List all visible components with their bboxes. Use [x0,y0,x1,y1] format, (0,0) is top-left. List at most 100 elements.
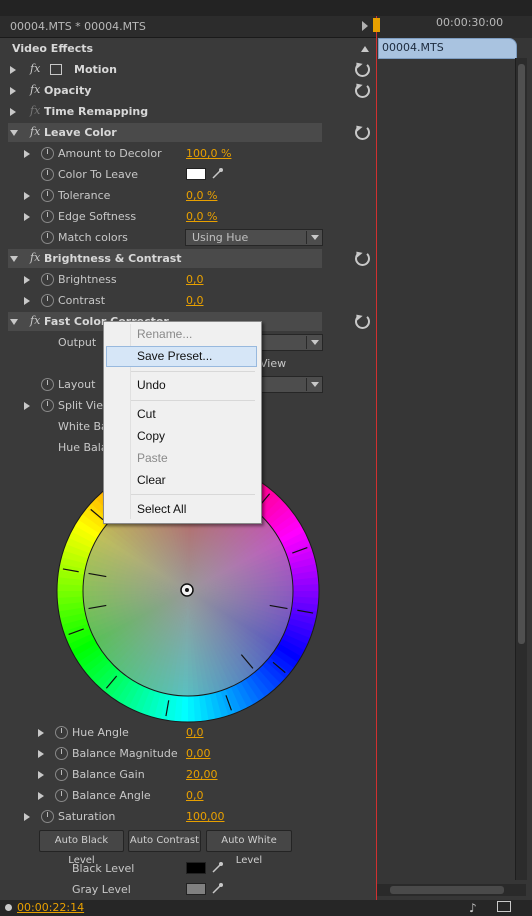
balance-gain-value[interactable]: 20,00 [186,768,218,781]
stopwatch-icon[interactable] [41,147,54,160]
stopwatch-icon[interactable] [41,273,54,286]
play-arrow-icon[interactable] [362,21,368,31]
expand-icon[interactable] [38,792,44,800]
saturation-row: Saturation 100,00 [0,806,376,827]
hue-angle-value[interactable]: 0,0 [186,726,204,739]
expand-icon[interactable] [24,297,30,305]
stopwatch-icon[interactable] [55,768,68,781]
fx-icon[interactable]: fx [30,83,40,96]
fx-icon[interactable]: fx [30,251,40,264]
expand-icon[interactable] [38,729,44,737]
fx-icon[interactable]: fx [30,314,40,327]
collapse-icon[interactable] [10,319,18,325]
expand-icon[interactable] [24,192,30,200]
output-label: Output [58,336,97,349]
black-level-swatch[interactable] [186,862,206,874]
stopwatch-icon[interactable] [41,810,54,823]
gray-level-row: Gray Level [0,879,376,900]
eyedropper-icon[interactable] [211,882,224,895]
effect-motion[interactable]: fx Motion [0,59,376,80]
expand-icon[interactable] [24,402,30,410]
stopwatch-icon[interactable] [55,726,68,739]
contrast-value[interactable]: 0,0 [186,294,204,307]
timeline-area[interactable] [376,38,532,900]
menu-item-undo[interactable]: Undo [106,375,257,396]
dropdown-arrow-icon [311,340,319,345]
balance-gain-row: Balance Gain 20,00 [0,764,376,785]
expand-icon[interactable] [38,750,44,758]
menu-item-cut[interactable]: Cut [106,404,257,425]
amount-to-decolor-value[interactable]: 100,0 % [186,147,231,160]
expand-icon[interactable] [10,87,16,95]
effect-opacity[interactable]: fx Opacity [0,80,376,101]
effect-brightness-contrast[interactable]: fx Brightness & Contrast [0,248,376,269]
stopwatch-icon[interactable] [41,378,54,391]
menu-item-copy[interactable]: Copy [106,426,257,447]
effect-leave-color[interactable]: fx Leave Color [0,122,376,143]
eyedropper-icon[interactable] [211,861,224,874]
export-icon[interactable] [497,901,511,912]
expand-icon[interactable] [10,66,16,74]
fx-icon[interactable]: fx [30,62,40,75]
stopwatch-icon[interactable] [41,294,54,307]
menu-item-select-all[interactable]: Select All [106,499,257,520]
balance-magnitude-value[interactable]: 0,00 [186,747,211,760]
stopwatch-icon[interactable] [41,210,54,223]
scroll-thumb[interactable] [390,886,504,894]
reset-icon[interactable] [355,83,370,98]
edge-softness-value[interactable]: 0,0 % [186,210,217,223]
expand-icon[interactable] [10,108,16,116]
dropdown-arrow-icon [311,382,319,387]
menu-separator [131,371,255,372]
brightness-value[interactable]: 0,0 [186,273,204,286]
stopwatch-icon[interactable] [41,189,54,202]
clip-name: 00004.MTS [382,41,444,54]
tolerance-value[interactable]: 0,0 % [186,189,217,202]
stopwatch-icon[interactable] [55,747,68,760]
vertical-scrollbar[interactable] [515,58,527,880]
timeline-clip[interactable]: 00004.MTS [378,38,517,59]
expand-icon[interactable] [38,771,44,779]
color-swatch[interactable] [186,168,206,180]
collapse-icon[interactable] [10,130,18,136]
reset-icon[interactable] [355,251,370,266]
stopwatch-icon[interactable] [41,231,54,244]
auto-contrast-button[interactable]: Auto Contrast [128,830,201,852]
hue-angle-label: Hue Angle [72,726,129,739]
stopwatch-icon[interactable] [41,168,54,181]
reset-icon[interactable] [355,62,370,77]
auto-black-level-button[interactable]: Auto Black Level [39,830,124,866]
time-remapping-label: Time Remapping [44,105,149,118]
match-colors-dropdown[interactable]: Using Hue [185,229,323,246]
menu-item-clear[interactable]: Clear [106,470,257,491]
stopwatch-icon[interactable] [55,789,68,802]
current-timecode[interactable]: 00:00:22:14 [17,901,84,914]
horizontal-scrollbar[interactable] [376,884,526,896]
menu-item-save-preset[interactable]: Save Preset... [106,346,257,367]
balance-magnitude-row: Balance Magnitude 0,00 [0,743,376,764]
saturation-value[interactable]: 100,00 [186,810,225,823]
scroll-thumb[interactable] [518,64,525,644]
expand-icon[interactable] [24,813,30,821]
brightness-row: Brightness 0,0 [0,269,376,290]
reset-icon[interactable] [355,125,370,140]
effect-time-remapping[interactable]: fx Time Remapping [0,101,376,122]
transform-icon[interactable] [50,64,62,75]
auto-white-level-button[interactable]: Auto White Level [206,830,292,866]
gray-level-swatch[interactable] [186,883,206,895]
audio-icon[interactable]: ♪ [469,901,477,915]
fx-icon[interactable]: fx [30,125,40,138]
stopwatch-icon[interactable] [41,399,54,412]
balance-angle-value[interactable]: 0,0 [186,789,204,802]
playhead-line[interactable] [376,16,377,900]
eyedropper-icon[interactable] [211,167,224,180]
reset-icon[interactable] [355,314,370,329]
expand-icon[interactable] [24,276,30,284]
playhead-handle[interactable] [373,18,380,32]
expand-icon[interactable] [24,213,30,221]
timeline-time-marker: 00:00:30:00 [436,16,504,29]
expand-icon[interactable] [24,150,30,158]
collapse-up-icon[interactable] [361,46,369,52]
show-split-view-label: View [260,357,287,370]
collapse-icon[interactable] [10,256,18,262]
